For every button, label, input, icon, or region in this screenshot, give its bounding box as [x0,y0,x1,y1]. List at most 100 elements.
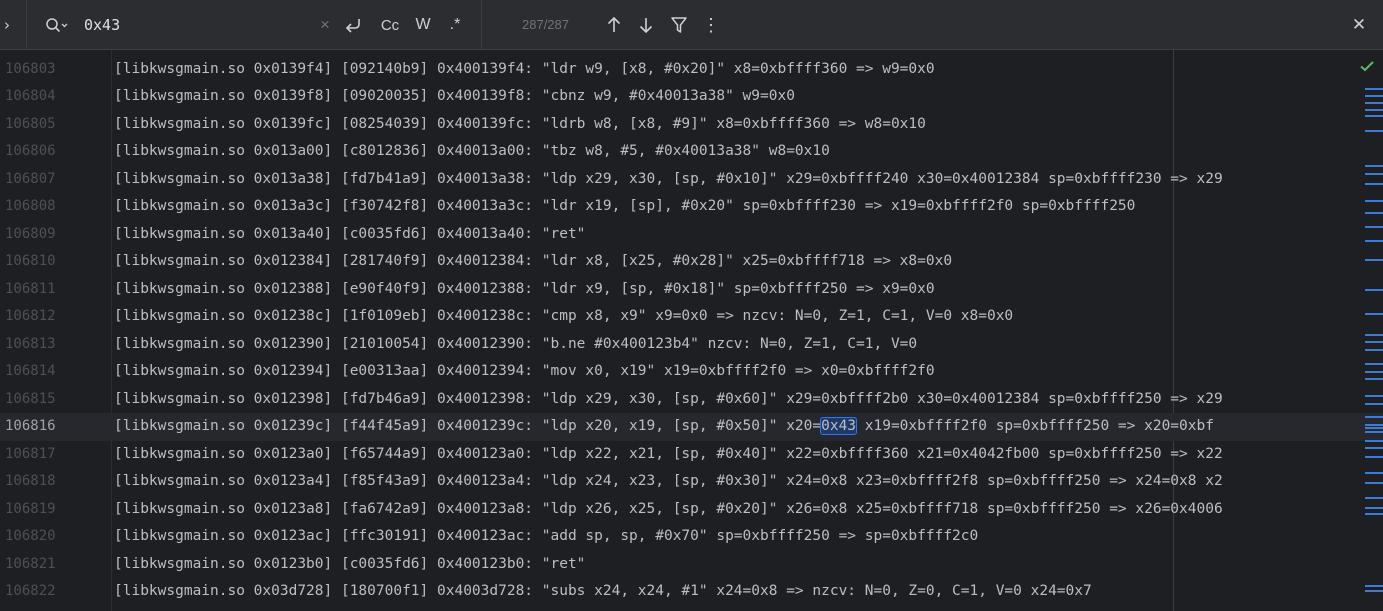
line-text-after-match: x19=0xbffff2f0 sp=0xbffff250 => x20=0xbf [856,418,1214,434]
clear-search-icon[interactable]: × [316,13,334,37]
search-occurrence-marker[interactable] [1365,240,1383,242]
code-editor[interactable]: 106803 [libkwsgmain.so 0x0139f4] [092140b… [0,50,1383,611]
whole-words-button[interactable]: W [412,13,434,37]
line-text: [libkwsgmain.so 0x013a3c] [f30742f8] 0x4… [114,198,1136,214]
code-line[interactable]: 106815 [libkwsgmain.so 0x012398] [fd7b46a… [0,386,1383,414]
code-line[interactable]: 106820 [libkwsgmain.so 0x0123ac] [ffc3019… [0,523,1383,551]
toolbar-divider [26,0,27,50]
line-text: [libkwsgmain.so 0x012398] [fd7b46a9] 0x4… [114,390,1223,407]
search-occurrence-marker[interactable] [1365,378,1383,380]
line-text: [libkwsgmain.so 0x012390] [21010054] 0x4… [114,335,918,352]
search-occurrence-marker[interactable] [1365,349,1383,351]
code-line[interactable]: 106819 [libkwsgmain.so 0x0123a8] [fa6742a… [0,496,1383,524]
search-occurrence-marker[interactable] [1365,416,1383,418]
search-occurrence-marker[interactable] [1365,102,1383,104]
line-text: [libkwsgmain.so 0x013a00] [c8012836] 0x4… [114,143,830,159]
code-line[interactable]: 106807 [libkwsgmain.so 0x013a38] [fd7b41a… [0,166,1383,194]
line-text: [libkwsgmain.so 0x0139fc] [08254039] 0x4… [114,115,926,132]
search-occurrence-marker[interactable] [1365,115,1383,117]
search-occurrence-marker[interactable] [1365,585,1383,587]
search-occurrence-marker[interactable] [1365,590,1383,592]
code-line[interactable]: 106813 [libkwsgmain.so 0x012390] [2101005… [0,331,1383,359]
line-number: 106810 [5,253,56,269]
search-occurrence-marker[interactable] [1365,440,1383,442]
line-number: 106809 [5,225,56,242]
line-text: [libkwsgmain.so 0x0139f8] [09020035] 0x4… [114,88,795,104]
search-occurrence-marker[interactable] [1365,456,1383,458]
code-line[interactable]: 106818 [libkwsgmain.so 0x0123a4] [f85f43a… [0,468,1383,496]
code-line[interactable]: 106806 [libkwsgmain.so 0x013a00] [c801283… [0,138,1383,166]
line-number: 106807 [5,170,56,187]
search-occurrence-marker[interactable] [1365,341,1383,343]
line-text: [libkwsgmain.so 0x0123a0] [f65744a9] 0x4… [114,445,1223,462]
filter-icon[interactable] [669,13,689,37]
code-line[interactable]: 106811 [libkwsgmain.so 0x012388] [e90f40f… [0,276,1383,304]
regex-button[interactable]: .* [444,13,466,37]
line-text: [libkwsgmain.so 0x012388] [e90f40f9] 0x4… [114,280,935,297]
line-text: [libkwsgmain.so 0x03d728] [180700f1] 0x4… [114,583,1092,599]
search-occurrence-marker[interactable] [1365,482,1383,484]
search-occurrence-marker[interactable] [1365,371,1383,373]
search-occurrence-marker[interactable] [1365,165,1383,167]
line-number: 106806 [5,143,56,159]
code-line[interactable]: 106821 [libkwsgmain.so 0x0123b0] [c0035fd… [0,551,1383,579]
search-occurrence-marker[interactable] [1365,513,1383,515]
check-icon [1360,61,1374,72]
search-occurrence-marker[interactable] [1365,497,1383,499]
search-occurrence-marker[interactable] [1365,507,1383,509]
match-case-button[interactable]: Cc [377,13,403,37]
search-occurrence-marker[interactable] [1365,313,1383,315]
search-occurrence-marker[interactable] [1365,183,1383,185]
search-occurrence-marker[interactable] [1365,424,1383,426]
line-number: 106820 [5,528,56,544]
search-occurrence-marker[interactable] [1365,226,1383,228]
code-line[interactable]: 106810 [libkwsgmain.so 0x012384] [281740f… [0,248,1383,276]
code-line[interactable]: 106814 [libkwsgmain.so 0x012394] [e00313a… [0,358,1383,386]
previous-occurrence-icon[interactable] [604,13,624,37]
line-text: [libkwsgmain.so 0x012384] [281740f9] 0x4… [114,253,953,269]
code-line[interactable]: 106817 [libkwsgmain.so 0x0123a0] [f65744a… [0,441,1383,469]
search-occurrence-marker[interactable] [1365,173,1383,175]
search-occurrence-marker[interactable] [1365,403,1383,405]
match-count: 287/287 [522,17,569,32]
line-text: [libkwsgmain.so 0x013a38] [fd7b41a9] 0x4… [114,170,1223,187]
search-occurrence-marker[interactable] [1365,427,1383,429]
current-line[interactable]: 106816 [libkwsgmain.so 0x01239c] [f44f45a… [0,413,1383,441]
expand-replace-icon[interactable]: › [0,13,14,37]
search-occurrence-marker[interactable] [1365,212,1383,214]
line-number: 106819 [5,500,56,517]
code-line[interactable]: 106805 [libkwsgmain.so 0x0139fc] [0825403… [0,111,1383,139]
code-line[interactable]: 106804 [libkwsgmain.so 0x0139f8] [0902003… [0,83,1383,111]
line-number: 106808 [5,198,56,214]
search-occurrence-marker[interactable] [1365,334,1383,336]
line-number: 106821 [5,555,56,572]
search-occurrence-marker[interactable] [1365,200,1383,202]
search-history-icon[interactable] [44,14,70,36]
search-occurrence-marker[interactable] [1365,130,1383,132]
search-occurrence-marker[interactable] [1365,431,1383,433]
line-text: [libkwsgmain.so 0x013a40] [c0035fd6] 0x4… [114,225,586,242]
newline-icon[interactable] [342,13,364,37]
code-line[interactable]: 106803 [libkwsgmain.so 0x0139f4] [092140b… [0,56,1383,84]
line-text: [libkwsgmain.so 0x01239c] [f44f45a9] 0x4… [114,413,1214,441]
search-input[interactable] [84,13,304,37]
search-occurrence-marker[interactable] [1365,395,1383,397]
search-occurrence-marker[interactable] [1365,289,1383,291]
search-occurrence-marker[interactable] [1365,109,1383,111]
code-line[interactable]: 106812 [libkwsgmain.so 0x01238c] [1f0109e… [0,303,1383,331]
next-occurrence-icon[interactable] [636,13,656,37]
search-occurrence-marker[interactable] [1365,259,1383,261]
search-occurrence-marker[interactable] [1365,363,1383,365]
line-number: 106818 [5,473,56,489]
line-number: 106813 [5,335,56,352]
more-options-icon[interactable]: ⋮ [702,13,720,37]
search-occurrence-marker[interactable] [1365,88,1383,90]
code-line[interactable]: 106808 [libkwsgmain.so 0x013a3c] [f30742f… [0,193,1383,221]
code-line[interactable]: 106822 [libkwsgmain.so 0x03d728] [180700f… [0,578,1383,606]
search-occurrence-marker[interactable] [1365,95,1383,97]
close-search-icon[interactable]: ✕ [1348,13,1370,37]
code-line[interactable]: 106809 [libkwsgmain.so 0x013a40] [c0035fd… [0,221,1383,249]
search-occurrence-marker[interactable] [1365,447,1383,449]
line-text: [libkwsgmain.so 0x01238c] [1f0109eb] 0x4… [114,308,1014,324]
search-occurrence-marker[interactable] [1365,472,1383,474]
